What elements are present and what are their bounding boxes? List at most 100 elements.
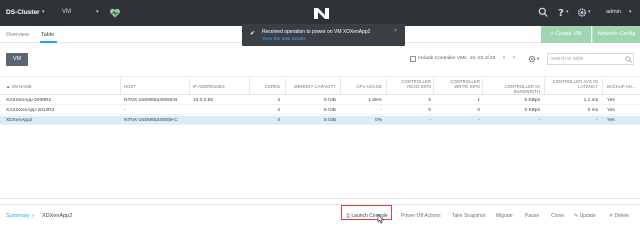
mouse-pointer-icon: [377, 214, 384, 224]
cell-cpu-usage: -: [380, 108, 382, 113]
help-icon[interactable]: ?: [556, 7, 566, 18]
migrate-button[interactable]: Migrate: [496, 213, 513, 219]
cell-vm-name[interactable]: XAXXenApp-2008R2: [6, 98, 51, 103]
entity-action-bar: Summary › XDXenApp2 ⎙ Launch Console Pow…: [0, 204, 640, 226]
cell-write-iops: 0: [477, 108, 480, 113]
nutanix-logo[interactable]: [313, 7, 330, 20]
delete-label: Delete: [614, 213, 630, 219]
table-settings-chevron-down-icon[interactable]: ▾: [537, 56, 539, 62]
delete-button[interactable]: ✕ Delete: [609, 213, 629, 219]
cell-backup: Yes: [607, 118, 615, 123]
table-row-selected[interactable]: XDXenApp2 NTNX-15SM65340069-C 4 8 GiB 0%…: [0, 116, 640, 125]
cell-vm-name[interactable]: XDXenApp2: [6, 118, 32, 123]
table-row[interactable]: XAXSXenApp-2012R2 - 4 8 GiB - 0 0 0 KBps…: [0, 106, 640, 115]
user-chevron-down-icon[interactable]: ▾: [629, 9, 632, 15]
user-menu[interactable]: admin: [606, 9, 621, 15]
column-header-host[interactable]: HOST: [124, 84, 136, 89]
column-header-backup[interactable]: BACKUP AN...: [607, 84, 636, 89]
next-page-icon[interactable]: ›: [513, 55, 515, 61]
cell-cores: 4: [277, 98, 280, 103]
cell-write-iops: -: [478, 118, 480, 123]
pagination-range: 21–23 of 23: [470, 56, 496, 61]
column-header-memory-capacity[interactable]: MEMORY CAPACITY: [290, 84, 336, 89]
column-header-controller-read-iops[interactable]: CONTROLLER READ IOPS: [389, 79, 431, 89]
cell-cpu-usage: 0%: [375, 118, 382, 123]
cell-host[interactable]: -: [124, 108, 126, 113]
help-chevron-down-icon[interactable]: ▾: [566, 9, 569, 15]
table-bottom-border: [0, 198, 640, 199]
gear-icon[interactable]: [577, 7, 587, 18]
breadcrumb-separator: ›: [32, 213, 34, 219]
top-navigation-bar: DS-Cluster ▾ VM ▾ ? ▾ ▾ admin ▾: [0, 0, 640, 26]
column-header-vm-name[interactable]: ▲ VM NAME: [6, 84, 32, 89]
heart-health-icon[interactable]: [109, 7, 121, 19]
table-search-input[interactable]: [551, 55, 621, 63]
notification-toast: ✔ Received operation to power on VM XDXe…: [242, 24, 405, 46]
breadcrumb-summary-link[interactable]: Summary: [6, 213, 30, 219]
checkmark-icon: ✔: [250, 31, 256, 37]
network-config-button[interactable]: Network Config: [592, 26, 640, 43]
close-icon[interactable]: ×: [394, 28, 397, 34]
cluster-chevron-down-icon[interactable]: ▾: [42, 9, 45, 15]
column-divider: [482, 78, 483, 94]
cell-write-iops: 1: [477, 98, 480, 103]
cell-backup: Yes: [607, 108, 615, 113]
search-icon[interactable]: [625, 56, 632, 63]
previous-page-icon[interactable]: ‹: [503, 55, 505, 61]
cell-io-latency: -: [596, 118, 598, 123]
update-button[interactable]: ✎ Update: [574, 213, 596, 219]
cell-cores: 4: [277, 108, 280, 113]
column-divider: [340, 78, 341, 94]
cell-vm-name[interactable]: XAXSXenApp-2012R2: [6, 108, 54, 113]
tab-separator: ·: [34, 32, 36, 38]
cell-read-iops: 0: [428, 108, 431, 113]
column-header-controller-write-iops[interactable]: CONTROLLER WRITE IOPS: [436, 79, 480, 89]
tab-table[interactable]: Table: [41, 32, 54, 38]
task-details-link[interactable]: View the task details: [262, 37, 306, 42]
column-header-cores[interactable]: CORES: [254, 84, 280, 89]
column-header-controller-avg-io-latency[interactable]: CONTROLLER AVG IO LATENCY: [548, 79, 598, 89]
launch-console-highlight-box: [341, 205, 392, 220]
column-header-controller-io-bandwidth[interactable]: CONTROLLER IO BANDWIDTH: [484, 84, 540, 94]
active-tab-indicator: [40, 41, 57, 43]
include-controller-vms-checkbox[interactable]: [410, 56, 416, 62]
cell-io-bandwidth: -: [538, 118, 540, 123]
column-divider: [120, 78, 121, 94]
take-snapshot-button[interactable]: Take Snapshot: [452, 213, 485, 219]
tab-overview[interactable]: Overview: [6, 32, 29, 38]
settings-chevron-down-icon[interactable]: ▾: [588, 9, 591, 15]
clone-button[interactable]: Clone: [551, 213, 564, 219]
table-search-box[interactable]: [547, 53, 634, 65]
cell-memory: 8 GiB: [324, 98, 336, 103]
cell-host[interactable]: NTNX-15SM65340069-B: [124, 98, 177, 103]
cell-io-latency: 0 ms: [587, 108, 598, 113]
table-row[interactable]: XAXXenApp-2008R2 NTNX-15SM65340069-B 10.…: [0, 96, 640, 105]
column-divider: [544, 78, 545, 94]
entity-chevron-down-icon[interactable]: ▾: [96, 9, 99, 15]
cell-read-iops: -: [429, 118, 431, 123]
column-divider: [386, 78, 387, 94]
entity-filter-button[interactable]: VM: [6, 53, 28, 66]
column-header-cpu-usage[interactable]: CPU USAGE: [346, 84, 382, 89]
column-divider: [433, 78, 434, 94]
column-header-ip-addresses[interactable]: IP ADDRESSES: [193, 84, 225, 89]
cell-io-latency: 1.1 ms: [583, 98, 598, 103]
search-icon[interactable]: [538, 7, 548, 18]
cluster-name[interactable]: DS-Cluster: [6, 9, 40, 16]
entity-menu[interactable]: VM: [62, 9, 71, 15]
breadcrumb-vm-name: XDXenApp2: [42, 213, 73, 219]
cell-memory: 8 GiB: [324, 118, 336, 123]
create-vm-button[interactable]: + Create VM: [541, 26, 591, 43]
cell-backup: Yes: [607, 98, 615, 103]
table-settings-gear-icon[interactable]: [528, 55, 536, 63]
pause-button[interactable]: Pause: [525, 213, 539, 219]
power-off-actions-button[interactable]: Power Off Actions: [401, 213, 441, 219]
cell-memory: 8 GiB: [324, 108, 336, 113]
cell-host[interactable]: NTNX-15SM65340069-C: [124, 118, 178, 123]
cell-io-bandwidth: 5 KBps: [524, 98, 540, 103]
svg-text:?: ?: [558, 8, 564, 18]
column-divider: [602, 78, 603, 94]
column-divider: [249, 78, 250, 94]
cell-ip: 10.0.0.56: [193, 98, 214, 103]
column-divider: [189, 78, 190, 94]
